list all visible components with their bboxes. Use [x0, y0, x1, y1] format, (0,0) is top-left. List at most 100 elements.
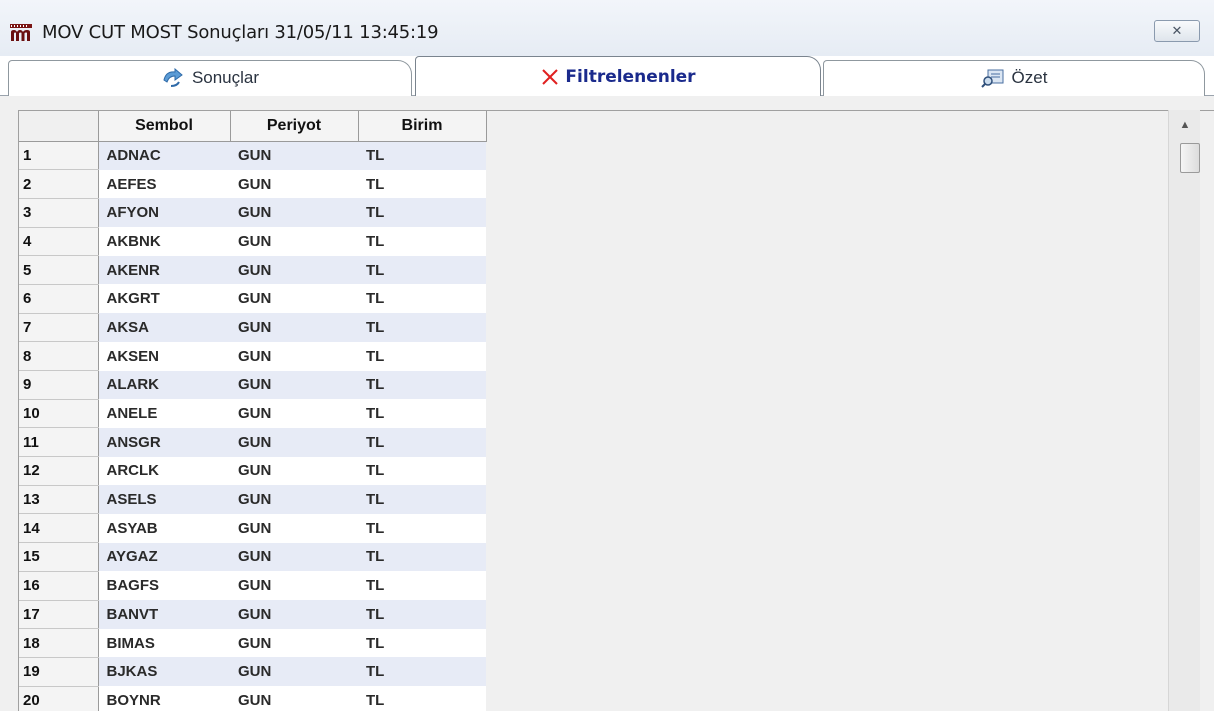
- cell-periyot: GUN: [230, 485, 358, 514]
- row-number: 2: [19, 169, 99, 199]
- table-row[interactable]: 7 AKSA GUN TL: [19, 313, 486, 343]
- table-row[interactable]: 20 BOYNR GUN TL: [19, 686, 486, 711]
- cell-periyot: GUN: [230, 686, 358, 711]
- cell-birim: TL: [358, 198, 486, 228]
- tab-strip: Sonuçlar Özet Filtrelenenler: [0, 56, 1214, 97]
- table-row[interactable]: 2 AEFES GUN TL: [19, 169, 486, 199]
- row-number: 19: [19, 657, 99, 687]
- table-row[interactable]: 18 BIMAS GUN TL: [19, 628, 486, 658]
- table-row[interactable]: 6 AKGRT GUN TL: [19, 284, 486, 314]
- cell-sembol: AYGAZ: [98, 542, 230, 572]
- cell-birim: TL: [358, 456, 486, 486]
- row-number: 11: [19, 427, 99, 458]
- row-number: 10: [19, 399, 99, 429]
- row-number: 15: [19, 542, 99, 572]
- close-button[interactable]: ✕: [1154, 20, 1200, 42]
- cell-periyot: GUN: [230, 456, 358, 486]
- table-row[interactable]: 12 ARCLK GUN TL: [19, 456, 486, 486]
- cell-periyot: GUN: [230, 313, 358, 342]
- cell-periyot: GUN: [230, 169, 358, 199]
- table-row[interactable]: 15 AYGAZ GUN TL: [19, 542, 486, 572]
- cell-periyot: GUN: [230, 542, 358, 572]
- table-row[interactable]: 5 AKENR GUN TL: [19, 255, 486, 285]
- row-number: 13: [19, 485, 99, 515]
- table-row[interactable]: 8 AKSEN GUN TL: [19, 341, 486, 371]
- row-number: 1: [19, 141, 99, 171]
- column-header-sembol[interactable]: Sembol: [98, 111, 231, 142]
- scroll-up-arrow-icon[interactable]: ▲: [1169, 110, 1201, 140]
- cell-birim: TL: [358, 542, 486, 572]
- scrollbar-thumb[interactable]: [1180, 143, 1200, 173]
- table-row[interactable]: 17 BANVT GUN TL: [19, 600, 486, 630]
- cell-sembol: AKBNK: [98, 227, 230, 256]
- vertical-scrollbar[interactable]: ▲: [1168, 110, 1200, 711]
- cell-birim: TL: [358, 628, 486, 658]
- cell-sembol: AKGRT: [98, 284, 230, 314]
- cell-periyot: GUN: [230, 198, 358, 228]
- cell-periyot: GUN: [230, 628, 358, 658]
- x-mark-icon: [542, 68, 559, 85]
- cell-periyot: GUN: [230, 600, 358, 629]
- cell-birim: TL: [358, 169, 486, 199]
- table-row[interactable]: 9 ALARK GUN TL: [19, 370, 486, 400]
- cell-birim: TL: [358, 370, 486, 400]
- row-number: 12: [19, 456, 99, 486]
- cell-periyot: GUN: [230, 370, 358, 400]
- tab-label: Sonuçlar: [191, 68, 260, 87]
- table-row[interactable]: 3 AFYON GUN TL: [19, 198, 486, 228]
- table-row[interactable]: 1 ADNAC GUN TL: [19, 141, 486, 171]
- cell-periyot: GUN: [230, 284, 358, 314]
- cell-birim: TL: [358, 686, 486, 711]
- row-number: 4: [19, 227, 99, 257]
- table-row[interactable]: 16 BAGFS GUN TL: [19, 571, 486, 601]
- cell-birim: TL: [358, 600, 486, 629]
- cell-sembol: ASYAB: [98, 513, 230, 543]
- cell-sembol: AKSEN: [98, 341, 230, 371]
- cell-sembol: ANELE: [98, 399, 230, 428]
- table-row[interactable]: 4 AKBNK GUN TL: [19, 227, 486, 257]
- cell-periyot: GUN: [230, 571, 358, 600]
- cell-birim: TL: [358, 141, 486, 170]
- row-number: 17: [19, 600, 99, 630]
- row-number: 9: [19, 370, 99, 400]
- tab-filtrelenenler[interactable]: Filtrelenenler: [415, 56, 821, 97]
- tab-label: Filtrelenenler: [565, 66, 696, 87]
- cell-periyot: GUN: [230, 657, 358, 687]
- row-number: 16: [19, 571, 99, 601]
- cell-sembol: BAGFS: [98, 571, 230, 600]
- cell-periyot: GUN: [230, 227, 358, 256]
- column-header-birim[interactable]: Birim: [358, 111, 487, 142]
- row-number: 20: [19, 686, 99, 711]
- cell-birim: TL: [358, 284, 486, 314]
- cell-birim: TL: [358, 341, 486, 371]
- tab-sonuclar[interactable]: Sonuçlar: [8, 60, 412, 96]
- cell-sembol: BOYNR: [98, 686, 230, 711]
- table-row[interactable]: 13 ASELS GUN TL: [19, 485, 486, 515]
- table-row[interactable]: 14 ASYAB GUN TL: [19, 513, 486, 544]
- cell-periyot: GUN: [230, 513, 358, 543]
- results-table: Sembol Periyot Birim 1 ADNAC GUN TL 2 AEFES GU…: [19, 111, 487, 711]
- cell-sembol: BJKAS: [98, 657, 230, 687]
- table-header-row: Sembol Periyot Birim: [19, 111, 487, 142]
- cell-sembol: ANSGR: [98, 427, 230, 457]
- cell-birim: TL: [358, 657, 486, 687]
- cell-birim: TL: [358, 427, 486, 457]
- cell-sembol: AFYON: [98, 198, 230, 228]
- app-logo-icon: [10, 24, 32, 41]
- cell-birim: TL: [358, 227, 486, 256]
- row-number: 18: [19, 628, 99, 658]
- results-grid: Sembol Periyot Birim 1 ADNAC GUN TL 2 AEFES GU…: [18, 110, 1214, 711]
- refresh-arrow-icon: [163, 68, 183, 87]
- table-row[interactable]: 10 ANELE GUN TL: [19, 399, 486, 429]
- cell-periyot: GUN: [230, 255, 358, 285]
- row-number: 5: [19, 255, 99, 285]
- table-row[interactable]: 19 BJKAS GUN TL: [19, 657, 486, 687]
- column-header-periyot[interactable]: Periyot: [230, 111, 359, 142]
- row-number: 7: [19, 313, 99, 343]
- table-row[interactable]: 11 ANSGR GUN TL: [19, 427, 486, 458]
- results-panel: Sembol Periyot Birim 1 ADNAC GUN TL 2 AEFES GU…: [0, 96, 1214, 711]
- cell-periyot: GUN: [230, 341, 358, 371]
- tab-ozet[interactable]: Özet: [823, 60, 1205, 96]
- cell-periyot: GUN: [230, 141, 358, 170]
- cell-periyot: GUN: [230, 427, 358, 457]
